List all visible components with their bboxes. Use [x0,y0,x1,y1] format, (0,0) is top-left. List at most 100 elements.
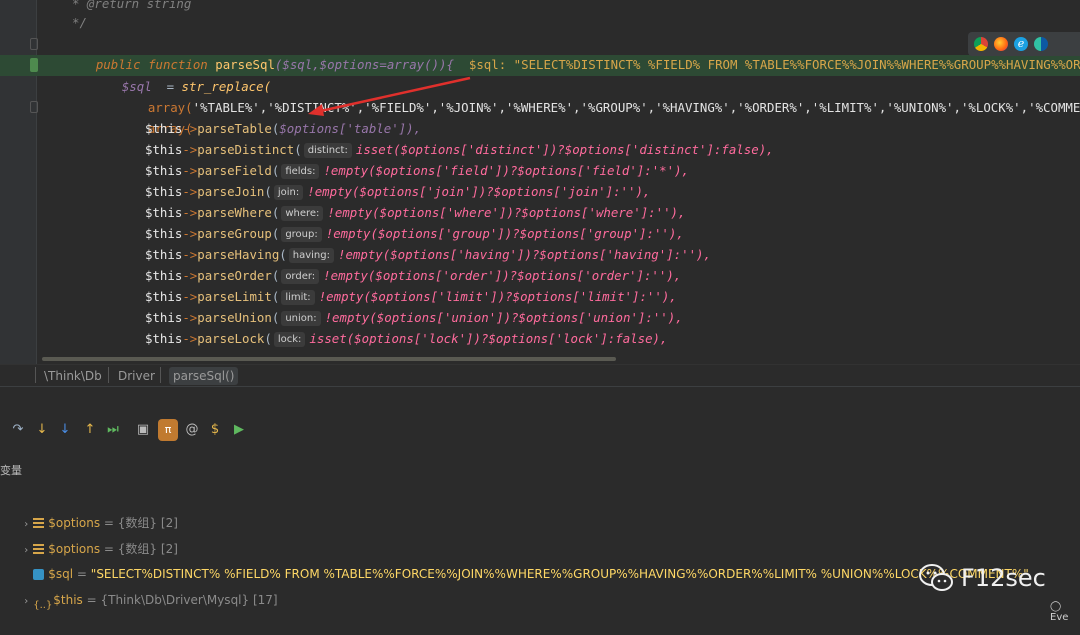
arrow-operator: -> [182,247,198,262]
step-over-icon[interactable]: ↷ [8,419,28,441]
resume-icon[interactable]: ▶ [229,419,249,441]
this-keyword: $this [145,268,183,283]
watermark: F12sec [919,560,1046,596]
variable-row[interactable]: › $options = {数组} [2] [4,516,178,556]
step-out-icon[interactable]: ↑ [80,419,100,441]
method-name: parseHaving [197,247,280,262]
variables-title: 变量 [0,464,22,477]
event-log-label: Eve [1050,612,1069,623]
parse-call-line: $this->parseDistinct(distinct: isset($opt… [145,139,774,160]
watch-icon[interactable]: @ [182,419,202,441]
variable-row[interactable]: $sql = "SELECT%DISTINCT% %FIELD% FROM %T… [4,541,1029,581]
firefox-icon[interactable] [994,37,1008,51]
method-name: parseDistinct [197,142,295,157]
parse-call-line: $this->parseJoin(join: !empty($options['j… [145,181,650,202]
breakpoint-marker[interactable] [30,58,38,72]
internet-explorer-icon[interactable]: e [1014,37,1028,51]
pi-icon[interactable]: π [158,419,178,441]
call-argument: !empty($options['limit'])?$options['limi… [318,289,677,304]
open-paren: ( [271,289,280,304]
this-keyword: $this [145,142,183,157]
method-name: parseField [197,163,272,178]
parameter-hint: order: [281,269,320,284]
call-argument: !empty($options['union'])?$options['unio… [324,310,683,325]
horizontal-scrollbar[interactable] [42,357,616,361]
breadcrumb: \Think\Db Driver parseSql() [0,364,1080,387]
doc-return-line: * @return string [72,0,192,11]
call-argument: $options['table']), [279,121,422,136]
array-search-line: array('%TABLE%','%DISTINCT%','%FIELD%','… [118,76,1080,115]
this-keyword: $this [145,121,183,136]
parse-call-line: $this->parseHaving(having: !empty($option… [145,244,711,265]
breadcrumb-namespace[interactable]: \Think\Db [44,367,102,385]
open-paren: ( [294,142,302,157]
chevron-right-icon[interactable]: › [19,591,33,613]
breadcrumb-separator [160,367,161,383]
arrow-operator: -> [182,163,198,178]
open-paren: ( [271,310,280,325]
arrow-operator: -> [182,142,198,157]
red-arrow-annotation [308,76,471,116]
open-paren: ( [271,268,280,283]
this-keyword: $this [145,331,183,346]
method-name: parseOrder [197,268,272,283]
event-log-link[interactable]: ◯ Eve [1050,601,1080,623]
run-to-cursor-icon[interactable]: ⏭ [103,419,123,441]
method-name: parseGroup [197,226,272,241]
sql-assign-line: $sql = str_replace( [92,55,271,94]
call-argument: !empty($options['having'])?$options['hav… [337,247,711,262]
open-paren: ( [271,163,280,178]
wechat-icon [919,564,953,591]
method-name: parseLock [197,331,265,346]
variable-value: {Think\Db\Driver\Mysql} [17] [100,593,278,607]
arrow-operator: -> [182,331,198,346]
arrow-operator: -> [182,289,198,304]
parameter-hint: lock: [273,332,306,347]
call-argument: !empty($options['field'])?$options['fiel… [323,163,689,178]
call-argument: !empty($options['group'])?$options['grou… [325,226,684,241]
arrow-operator: -> [182,184,198,199]
object-icon: {..} [33,600,53,611]
open-paren: ( [271,205,280,220]
force-step-into-icon[interactable]: ↓ [55,419,75,441]
dollar-icon[interactable]: $ [205,419,225,441]
call-argument: !empty($options['join'])?$options['join'… [307,184,651,199]
search-icon: ◯ [1050,601,1062,612]
parse-call-line: $this->parseLimit(limit: !empty($options[… [145,286,677,307]
edge-icon[interactable] [1034,37,1048,51]
this-keyword: $this [145,226,183,241]
open-paren: ( [264,331,272,346]
breadcrumb-method[interactable]: parseSql() [169,367,239,385]
evaluate-icon[interactable]: ▣ [133,419,153,441]
this-keyword: $this [145,163,183,178]
debug-toolbar: ↷ ↓ ↓ ↑ ⏭ ▣ π @ $ ▶ [0,419,300,443]
arrow-operator: -> [182,205,198,220]
code-editor[interactable]: * @return string */ public function pars… [0,0,1080,364]
variable-eq: = [82,593,101,607]
open-paren: ( [279,247,287,262]
fold-marker[interactable] [30,101,38,113]
parameter-hint: distinct: [303,143,352,158]
parse-call-line: $this->parseOrder(order: !empty($options[… [145,265,681,286]
parameter-hint: join: [273,185,304,200]
open-paren: ( [271,226,280,241]
arrow-operator: -> [182,226,198,241]
function-signature-line: public function parseSql($sql,$options=a… [66,33,1080,72]
step-into-icon[interactable]: ↓ [32,419,52,441]
breadcrumb-separator [35,367,36,383]
breadcrumb-class[interactable]: Driver [118,367,155,385]
call-argument: isset($options['distinct'])?$options['di… [355,142,774,157]
parse-call-line: $this->parseWhere(where: !empty($options[… [145,202,685,223]
variable-row[interactable]: › {..}$this = {Think\Db\Driver\Mysql} [17… [4,567,277,611]
variable-row[interactable]: › $options = {数组} [2] [4,490,178,530]
call-argument: isset($options['lock'])?$options['lock']… [309,331,668,346]
method-name: parseWhere [197,205,272,220]
call-argument: !empty($options['where'])?$options['wher… [327,205,686,220]
variable-name: $this [53,593,83,607]
method-name: parseTable [197,121,272,136]
fold-marker[interactable] [30,38,38,50]
doc-end-line: */ [72,15,87,30]
chrome-icon[interactable] [974,37,988,51]
method-name: parseLimit [197,289,272,304]
this-keyword: $this [145,310,183,325]
